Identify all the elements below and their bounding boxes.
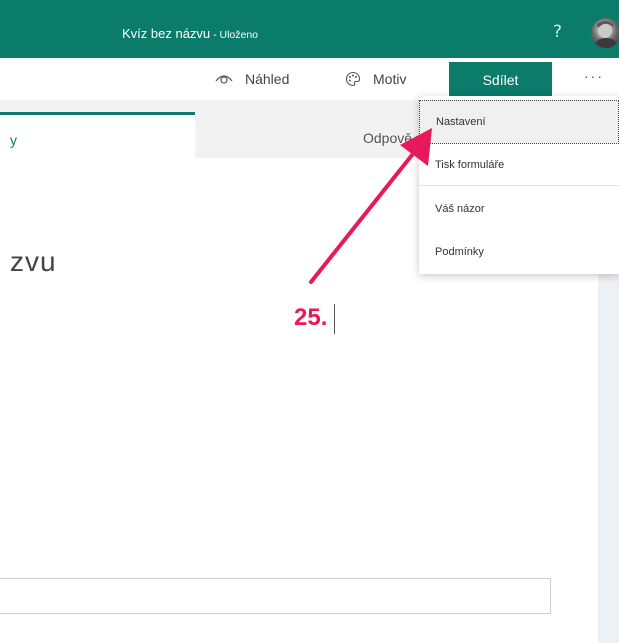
tab-responses[interactable]: Odpově xyxy=(363,130,412,146)
more-options-menu: Nastavení Tisk formuláře Váš názor Podmí… xyxy=(419,96,619,274)
menu-item-feedback[interactable]: Váš názor xyxy=(419,187,619,231)
step-number-annotation: 25. xyxy=(294,304,328,331)
theme-label: Motiv xyxy=(373,71,407,87)
theme-button[interactable]: Motiv xyxy=(345,58,406,100)
preview-label: Náhled xyxy=(245,71,290,87)
tab-questions-label: y xyxy=(10,132,17,148)
form-description-input[interactable] xyxy=(0,578,551,614)
preview-button[interactable]: Náhled xyxy=(215,58,289,100)
form-heading[interactable]: zvu xyxy=(10,246,57,278)
menu-divider xyxy=(419,185,619,186)
text-caret xyxy=(334,304,335,334)
more-options-button[interactable]: ··· xyxy=(584,68,604,84)
avatar-photo-icon xyxy=(595,21,617,48)
form-title-bar: Kvíz bez názvu - Uloženo xyxy=(122,26,258,41)
title-bar xyxy=(0,0,619,58)
menu-item-print-form[interactable]: Tisk formuláře xyxy=(419,143,619,187)
menu-item-terms[interactable]: Podmínky xyxy=(419,230,619,274)
title-separator: - xyxy=(210,29,220,41)
eye-icon xyxy=(215,75,233,84)
tab-questions[interactable]: y xyxy=(0,112,195,158)
palette-icon xyxy=(345,71,361,87)
save-status: Uloženo xyxy=(219,29,259,41)
help-button[interactable]: ? xyxy=(553,22,562,42)
share-button[interactable]: Sdílet xyxy=(449,62,552,98)
form-name: Kvíz bez názvu xyxy=(122,26,211,41)
avatar[interactable] xyxy=(591,18,619,48)
menu-item-settings[interactable]: Nastavení xyxy=(419,100,619,144)
